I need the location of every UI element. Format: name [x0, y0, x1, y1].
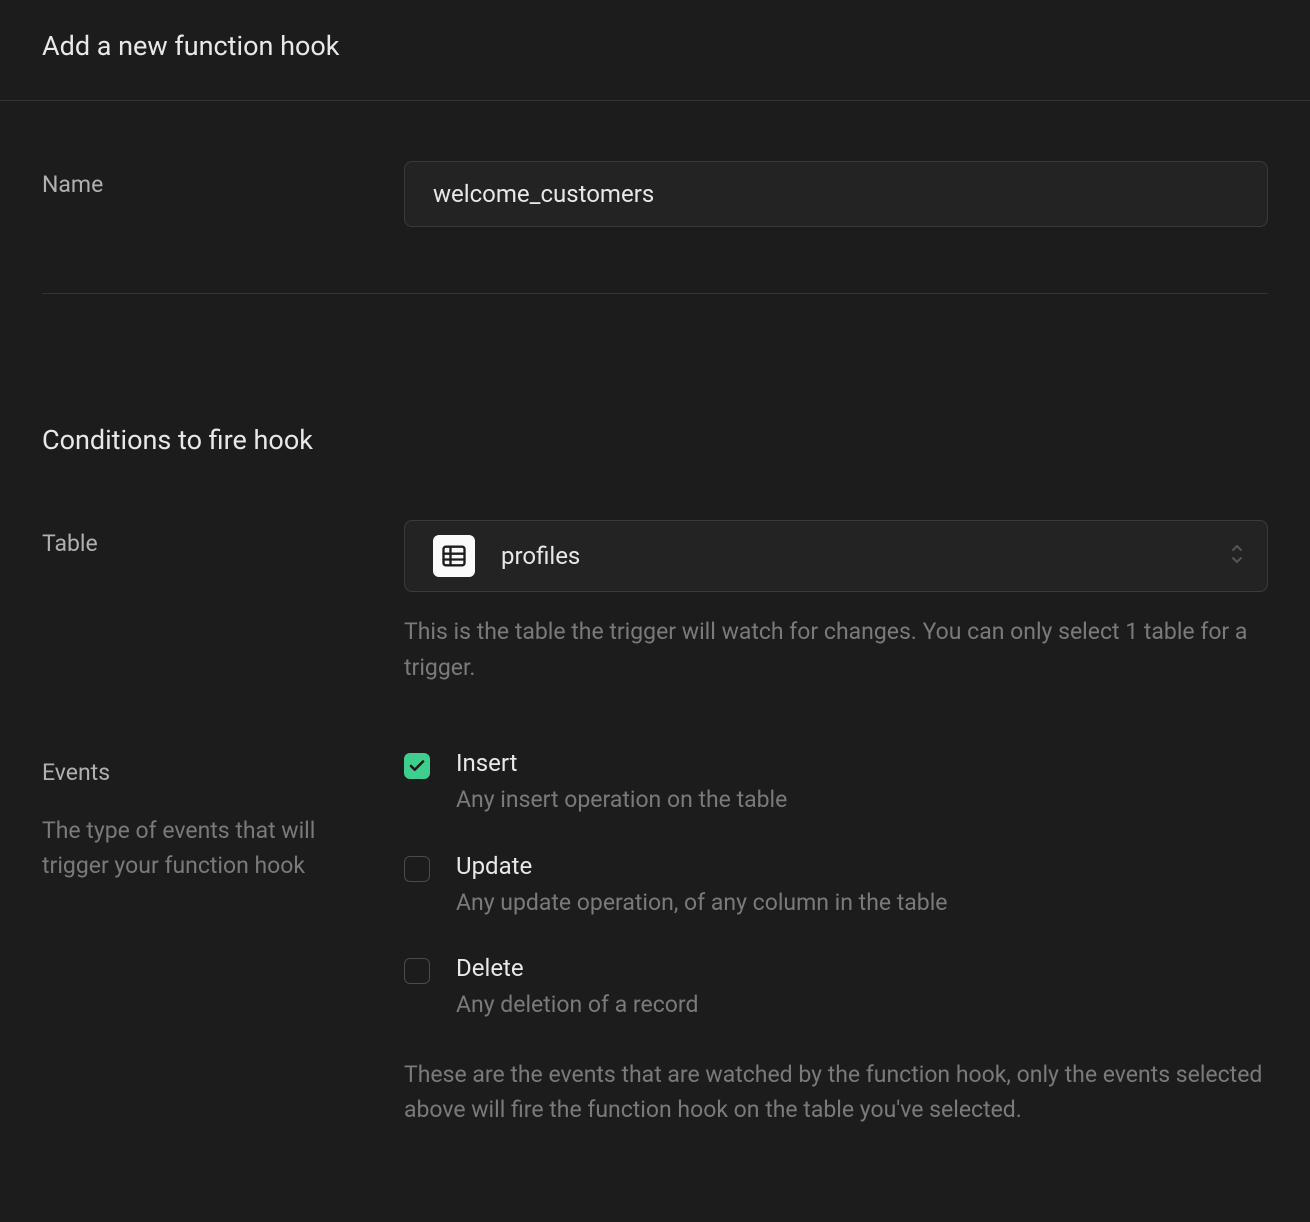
table-select[interactable]: profiles [404, 520, 1268, 592]
table-icon [433, 535, 475, 577]
event-insert-desc: Any insert operation on the table [456, 783, 1268, 818]
table-select-value: profiles [501, 542, 1239, 570]
event-update-desc: Any update operation, of any column in t… [456, 886, 1268, 921]
conditions-title: Conditions to fire hook [42, 424, 1268, 456]
table-label-col: Table [42, 520, 404, 557]
event-delete-label: Delete [456, 954, 1268, 982]
event-insert-content: Insert Any insert operation on the table [456, 749, 1268, 818]
event-delete-desc: Any deletion of a record [456, 988, 1268, 1023]
events-checkbox-group: Insert Any insert operation on the table… [404, 749, 1268, 1023]
table-label: Table [42, 530, 404, 557]
table-helper: This is the table the trigger will watch… [404, 614, 1268, 685]
chevron-sort-icon [1229, 543, 1245, 569]
name-label: Name [42, 171, 404, 198]
events-label-helper: The type of events that will trigger you… [42, 814, 352, 883]
event-delete-checkbox[interactable] [404, 958, 430, 984]
name-row: Name [42, 161, 1268, 294]
event-insert-row: Insert Any insert operation on the table [404, 749, 1268, 818]
conditions-section: Conditions to fire hook Table profiles [0, 344, 1310, 1178]
events-footer-helper: These are the events that are watched by… [404, 1057, 1268, 1128]
event-delete-row: Delete Any deletion of a record [404, 954, 1268, 1023]
event-update-checkbox[interactable] [404, 856, 430, 882]
event-insert-checkbox[interactable] [404, 753, 430, 779]
events-row: Events The type of events that will trig… [42, 749, 1268, 1128]
event-update-row: Update Any update operation, of any colu… [404, 852, 1268, 921]
table-row: Table profiles [42, 520, 1268, 685]
table-control-col: profiles This is the table the trigger w… [404, 520, 1268, 685]
event-insert-label: Insert [456, 749, 1268, 777]
page-title: Add a new function hook [42, 30, 1268, 62]
events-control-col: Insert Any insert operation on the table… [404, 749, 1268, 1128]
page-header: Add a new function hook [0, 0, 1310, 101]
event-delete-content: Delete Any deletion of a record [456, 954, 1268, 1023]
event-update-content: Update Any update operation, of any colu… [456, 852, 1268, 921]
name-section: Name [0, 101, 1310, 344]
name-label-col: Name [42, 161, 404, 198]
name-control-col [404, 161, 1268, 227]
event-update-label: Update [456, 852, 1268, 880]
events-label-col: Events The type of events that will trig… [42, 749, 404, 883]
name-input[interactable] [404, 161, 1268, 227]
events-label: Events [42, 759, 404, 786]
